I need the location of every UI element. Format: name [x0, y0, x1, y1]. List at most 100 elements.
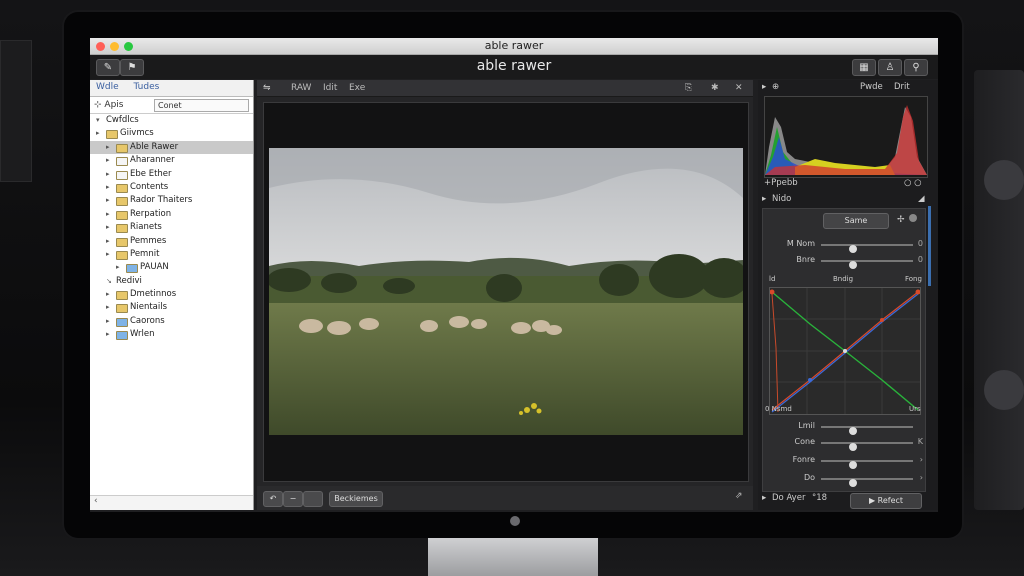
before-after-button[interactable]: Beckiemes [329, 491, 383, 507]
folder-tree-item[interactable]: ▾ Cwfdlcs [90, 114, 253, 127]
share-icon[interactable]: ⇗ [735, 491, 743, 501]
viewer-toolbar: ⇋ RAW Idit Exe ⎘ ✱ ✕ [257, 80, 753, 97]
plus-icon[interactable]: ✢ [897, 215, 905, 225]
disclosure-arrow-icon[interactable]: ▸ [106, 315, 110, 328]
toolbar-item-raw[interactable]: RAW [291, 83, 311, 93]
settings-icon[interactable]: ✱ [711, 83, 719, 93]
disclosure-arrow-icon[interactable]: ▸ [106, 248, 110, 261]
toggle-dot-icon[interactable] [909, 214, 917, 222]
speaker [974, 70, 1024, 510]
slider-track[interactable] [821, 442, 913, 451]
folder-tree-item[interactable]: ▸ Nientails [90, 301, 253, 314]
folder-tree-item[interactable]: ▸ Ebe Ether [90, 168, 253, 181]
folder-tree-item[interactable]: ▸ Wrlen [90, 328, 253, 341]
folder-label: Ebe Ether [130, 168, 172, 179]
sidebar-tab[interactable]: Wdle [90, 80, 125, 94]
slider-knob[interactable] [849, 245, 858, 253]
sidebar-tabs: Wdle Tudes [90, 80, 253, 97]
folder-label: Cwfdlcs [106, 115, 139, 125]
panel-scrollbar[interactable] [928, 206, 931, 286]
folder-label: Pemmes [130, 235, 167, 246]
filmstrip-icon[interactable]: ⇋ [263, 83, 271, 93]
collapse-arrow-icon[interactable]: ‹ [94, 496, 98, 506]
disclosure-arrow-icon[interactable]: ▸ [106, 168, 110, 181]
folder-tree-item[interactable]: ▸ Rerpation [90, 208, 253, 221]
search-input[interactable]: Conet [154, 99, 249, 112]
disclosure-arrow-icon[interactable]: ▸ [106, 154, 110, 167]
folder-icon [116, 143, 128, 153]
slider-track[interactable] [821, 244, 913, 253]
folder-label: PAUAN [140, 262, 169, 273]
histogram-graphic [765, 105, 927, 175]
disclosure-arrow-icon[interactable]: ▸ [106, 141, 110, 154]
expand-icon[interactable]: ▸ [762, 493, 766, 503]
tone-curve[interactable] [769, 287, 921, 415]
folder-icon [116, 210, 128, 220]
slider-knob[interactable] [849, 461, 858, 469]
disclosure-arrow-icon[interactable]: ↘ [106, 275, 112, 288]
person-icon: ♙ [885, 62, 895, 73]
disclosure-arrow-icon[interactable]: ▸ [106, 221, 110, 234]
section-header[interactable]: ▸ Nido ◢ [758, 194, 930, 208]
slider-knob[interactable] [849, 427, 858, 435]
disclosure-arrow-icon[interactable]: ▸ [106, 288, 110, 301]
monitor-logo [510, 516, 520, 526]
zoom-out-button[interactable]: − [283, 491, 303, 507]
close-icon[interactable]: ✕ [735, 83, 743, 93]
export-icon[interactable]: ⎘ [685, 83, 692, 93]
monitor-stand [428, 538, 598, 576]
person-button[interactable]: ♙ [878, 59, 902, 76]
sidebar-tab[interactable]: Tudes [128, 80, 166, 94]
disclosure-arrow-icon[interactable]: ▸ [96, 127, 100, 140]
slider-knob[interactable] [849, 479, 858, 487]
zoom-in-button[interactable] [303, 491, 323, 507]
slider-row: Bnre 0 [767, 255, 923, 269]
collapse-icon[interactable]: ▸ [762, 82, 766, 92]
folder-tree: ▾ Cwfdlcs ▸ Giivmcs ▸ Able Rawer ▸ Aharanner ▸ Eb… [90, 114, 253, 342]
slider-knob[interactable] [849, 443, 858, 451]
disclosure-arrow-icon[interactable]: ▸ [106, 301, 110, 314]
disclosure-arrow-icon[interactable]: ▸ [106, 181, 110, 194]
folder-tree-item[interactable]: ↘ Redivi [90, 275, 253, 288]
folder-label: Able Rawer [130, 141, 179, 152]
folder-tree-item[interactable]: ▸ Aharanner [90, 154, 253, 167]
folder-tree-item[interactable]: ▸ Able Rawer [90, 140, 253, 155]
histogram-menu-icon[interactable]: ⊕ [772, 82, 779, 92]
folder-tree-item[interactable]: ▸ Caorons [90, 315, 253, 328]
slider-track[interactable] [821, 260, 913, 269]
toolbar-item-edit[interactable]: Idit [323, 83, 337, 93]
folder-label: Rador Thaiters [130, 195, 193, 206]
folder-tree-item[interactable]: ▸ Contents [90, 181, 253, 194]
disclosure-arrow-icon[interactable]: ▸ [106, 208, 110, 221]
disclosure-arrow-icon[interactable]: ▸ [106, 235, 110, 248]
slider-knob[interactable] [849, 261, 858, 269]
disclosure-arrow-icon[interactable]: ▸ [106, 328, 110, 341]
tone-curve-graphic [769, 288, 921, 414]
rotate-button[interactable]: ↶ [263, 491, 283, 507]
folder-tree-item[interactable]: ▸ Rador Thaiters [90, 194, 253, 207]
image-canvas[interactable] [263, 102, 749, 482]
toolbar-item-exe[interactable]: Exe [349, 83, 365, 93]
reset-button[interactable]: ▶ Refect [850, 493, 922, 509]
slider-track[interactable] [821, 460, 913, 469]
folder-tree-item[interactable]: ▸ PAUAN [90, 261, 253, 274]
folder-tree-item[interactable]: ▸ Rianets [90, 221, 253, 234]
pin-button[interactable]: ⚲ [904, 59, 928, 76]
histogram-tab[interactable]: Drit [894, 82, 910, 92]
disclosure-arrow-icon[interactable]: ▸ [106, 194, 110, 207]
pin-icon: ⚲ [912, 62, 920, 73]
preset-button[interactable]: Same [823, 213, 889, 229]
slider-track[interactable] [821, 426, 913, 435]
folder-tree-item[interactable]: ▸ Pemnit [90, 248, 253, 261]
grid-button[interactable]: ▦ [852, 59, 876, 76]
disclosure-arrow-icon[interactable]: ▸ [116, 261, 120, 274]
slider-track[interactable] [821, 478, 913, 487]
histogram-tab[interactable]: Pwde [860, 82, 883, 92]
app-title: able rawer [476, 58, 552, 74]
folder-tree-item[interactable]: ▸ Pemmes [90, 235, 253, 248]
minus-icon: − [289, 494, 297, 503]
folder-tree-item[interactable]: ▸ Giivmcs [90, 127, 253, 140]
slider-label: Cone [794, 437, 815, 446]
disclosure-arrow-icon[interactable]: ▾ [96, 114, 100, 127]
folder-tree-item[interactable]: ▸ Dmetinnos [90, 288, 253, 301]
